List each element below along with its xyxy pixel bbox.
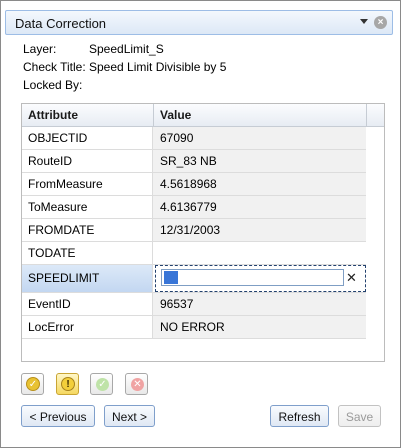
exclamation-yellow-icon: ! — [61, 377, 75, 391]
table-row[interactable]: RouteID SR_83 NB — [22, 150, 366, 173]
table-row[interactable]: OBJECTID 67090 — [22, 127, 366, 150]
clear-icon[interactable]: ✕ — [346, 270, 357, 286]
previous-button[interactable]: < Previous — [21, 405, 95, 427]
attribute-cell: TODATE — [28, 246, 76, 260]
attribute-cell: RouteID — [28, 154, 73, 168]
table-row[interactable]: FromMeasure 4.5618968 — [22, 173, 366, 196]
refresh-button[interactable]: Refresh — [270, 405, 329, 427]
approve-green-button[interactable]: ✓ — [90, 373, 113, 395]
table-row[interactable]: ToMeasure 4.6136779 — [22, 196, 366, 219]
attribute-cell: LocError — [28, 320, 75, 334]
save-button[interactable]: Save — [338, 405, 381, 427]
value-cell: 96537 — [160, 297, 194, 311]
table-row[interactable]: TODATE — [22, 242, 366, 265]
approve-yellow-button[interactable]: ✓ — [21, 373, 44, 395]
attribute-cell: FROMDATE — [28, 223, 95, 237]
value-cell: SR_83 NB — [160, 154, 217, 168]
panel-titlebar: Data Correction × — [5, 10, 393, 35]
check-green-icon: ✓ — [96, 378, 109, 391]
check-yellow-icon: ✓ — [26, 377, 40, 391]
check-title-value: Speed Limit Divisible by 5 — [89, 60, 227, 74]
check-title-label: Check Title: — [23, 60, 86, 74]
close-icon[interactable]: × — [374, 16, 387, 29]
value-cell: 67090 — [160, 131, 194, 145]
attribute-cell: SPEEDLIMIT — [28, 271, 100, 285]
header-attribute[interactable]: Attribute — [28, 108, 78, 122]
chevron-down-icon[interactable] — [360, 19, 368, 24]
layer-label: Layer: — [23, 42, 57, 56]
text-selection-highlight — [164, 271, 178, 284]
panel-title: Data Correction — [15, 16, 107, 31]
value-cell: NO ERROR — [160, 320, 225, 334]
attribute-grid: Attribute Value OBJECTID 67090 RouteID S… — [21, 103, 385, 362]
locked-by-label: Locked By: — [23, 78, 83, 92]
reject-button[interactable]: ✕ — [125, 373, 148, 395]
data-correction-panel: Data Correction × Layer: SpeedLimit_S Ch… — [0, 0, 401, 448]
header-value[interactable]: Value — [160, 108, 191, 122]
table-row-selected[interactable]: SPEEDLIMIT ✕ — [22, 265, 366, 293]
layer-value: SpeedLimit_S — [89, 42, 164, 56]
value-cell: 4.5618968 — [160, 177, 217, 191]
table-row[interactable]: EventID 96537 — [22, 293, 366, 316]
attribute-cell: FromMeasure — [28, 177, 103, 191]
attribute-cell: EventID — [28, 297, 71, 311]
table-row[interactable]: FROMDATE 12/31/2003 — [22, 219, 366, 242]
speedlimit-input[interactable] — [161, 269, 344, 286]
value-cell: 12/31/2003 — [160, 223, 221, 237]
value-cell: 4.6136779 — [160, 200, 217, 214]
attribute-cell: ToMeasure — [28, 200, 88, 214]
table-row[interactable]: LocError NO ERROR — [22, 316, 366, 339]
x-red-icon: ✕ — [131, 378, 144, 391]
attribute-cell: OBJECTID — [28, 131, 88, 145]
speedlimit-editor[interactable]: ✕ — [155, 265, 366, 292]
warning-button[interactable]: ! — [56, 373, 79, 395]
next-button[interactable]: Next > — [104, 405, 155, 427]
grid-header: Attribute Value — [22, 104, 384, 127]
